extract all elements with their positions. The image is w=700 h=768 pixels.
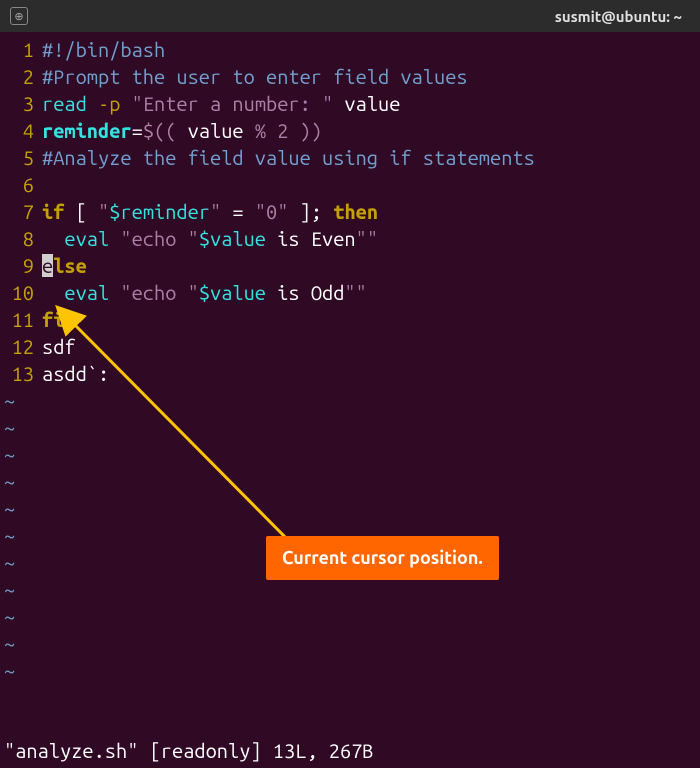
code-text: value	[176, 119, 254, 142]
cursor: e	[42, 254, 53, 277]
line-number: 13	[0, 360, 42, 387]
empty-line: ~	[0, 603, 700, 630]
code-text: "echo "	[120, 281, 198, 304]
empty-line: ~	[0, 387, 700, 414]
empty-line: ~	[0, 414, 700, 441]
code-text: $reminder	[109, 200, 210, 223]
code-text: -p	[87, 92, 121, 115]
code-line: 5#Analyze the field value using if state…	[0, 144, 700, 171]
code-text: fi	[42, 308, 64, 331]
line-number: 6	[0, 171, 42, 198]
code-line: 2#Prompt the user to enter field values	[0, 63, 700, 90]
code-text: #Analyze the field value using if statem…	[42, 146, 535, 169]
code-line: 10 eval "echo "$value is Odd""	[0, 279, 700, 306]
code-text: "echo "	[120, 227, 198, 250]
titlebar[interactable]: ⊕ susmit@ubuntu: ~	[0, 0, 700, 32]
code-line: 6	[0, 171, 700, 198]
code-text: $value	[199, 281, 266, 304]
code-line: 4reminder=$(( value % 2 ))	[0, 117, 700, 144]
code-text: =	[221, 200, 255, 223]
code-text: %	[255, 119, 266, 142]
code-text: ""	[356, 227, 378, 250]
code-text: reminder	[42, 119, 132, 142]
terminal-window: ⊕ susmit@ubuntu: ~ 1#!/bin/bash 2#Prompt…	[0, 0, 700, 768]
code-text: is Even	[266, 227, 356, 250]
line-number: 1	[0, 36, 42, 63]
code-line: 11fi	[0, 306, 700, 333]
line-number: 11	[0, 306, 42, 333]
empty-line: ~	[0, 657, 700, 684]
code-text: eval	[42, 227, 120, 250]
code-text: "	[98, 200, 109, 223]
code-text: lse	[53, 254, 87, 277]
code-line: 3read -p "Enter a number: " value	[0, 90, 700, 117]
code-text: read	[42, 92, 87, 115]
code-line: 8 eval "echo "$value is Even""	[0, 225, 700, 252]
line-number: 4	[0, 117, 42, 144]
line-number: 3	[0, 90, 42, 117]
editor-area[interactable]: 1#!/bin/bash 2#Prompt the user to enter …	[0, 32, 700, 737]
new-tab-icon[interactable]: ⊕	[10, 7, 28, 25]
code-line: 12sdf	[0, 333, 700, 360]
line-number: 2	[0, 63, 42, 90]
code-text: ];	[288, 200, 333, 223]
code-text: =	[132, 119, 143, 142]
code-text: "Enter a number: "	[120, 92, 333, 115]
empty-line: ~	[0, 441, 700, 468]
code-text: sdf	[42, 335, 76, 358]
code-text: eval	[42, 281, 120, 304]
line-number: 9	[0, 252, 42, 279]
code-text: "0"	[255, 200, 289, 223]
code-text: is Odd	[266, 281, 344, 304]
empty-line: ~	[0, 468, 700, 495]
code-text: #!/bin/bash	[42, 38, 165, 61]
code-text: "	[210, 200, 221, 223]
code-text: ""	[344, 281, 366, 304]
code-text: $((	[143, 119, 177, 142]
empty-line: ~	[0, 576, 700, 603]
code-text: #Prompt the user to enter field values	[42, 65, 468, 88]
code-line: 1#!/bin/bash	[0, 36, 700, 63]
code-line: 13asdd`:	[0, 360, 700, 387]
status-bar: "analyze.sh" [readonly] 13L, 267B	[0, 737, 700, 768]
code-text: if	[42, 200, 64, 223]
code-text: [	[64, 200, 98, 223]
code-line: 9else	[0, 252, 700, 279]
code-line: 7if [ "$reminder" = "0" ]; then	[0, 198, 700, 225]
line-number: 12	[0, 333, 42, 360]
code-text: asdd`:	[42, 362, 109, 385]
annotation-label: Current cursor position.	[266, 536, 499, 580]
code-text: then	[333, 200, 378, 223]
code-text: ))	[288, 119, 322, 142]
code-text: value	[333, 92, 400, 115]
empty-line: ~	[0, 495, 700, 522]
line-number: 7	[0, 198, 42, 225]
line-number: 8	[0, 225, 42, 252]
code-text: 2	[266, 119, 288, 142]
code-text: $value	[199, 227, 266, 250]
line-number: 10	[0, 279, 42, 306]
line-number: 5	[0, 144, 42, 171]
window-title: susmit@ubuntu: ~	[555, 8, 682, 25]
empty-line: ~	[0, 630, 700, 657]
